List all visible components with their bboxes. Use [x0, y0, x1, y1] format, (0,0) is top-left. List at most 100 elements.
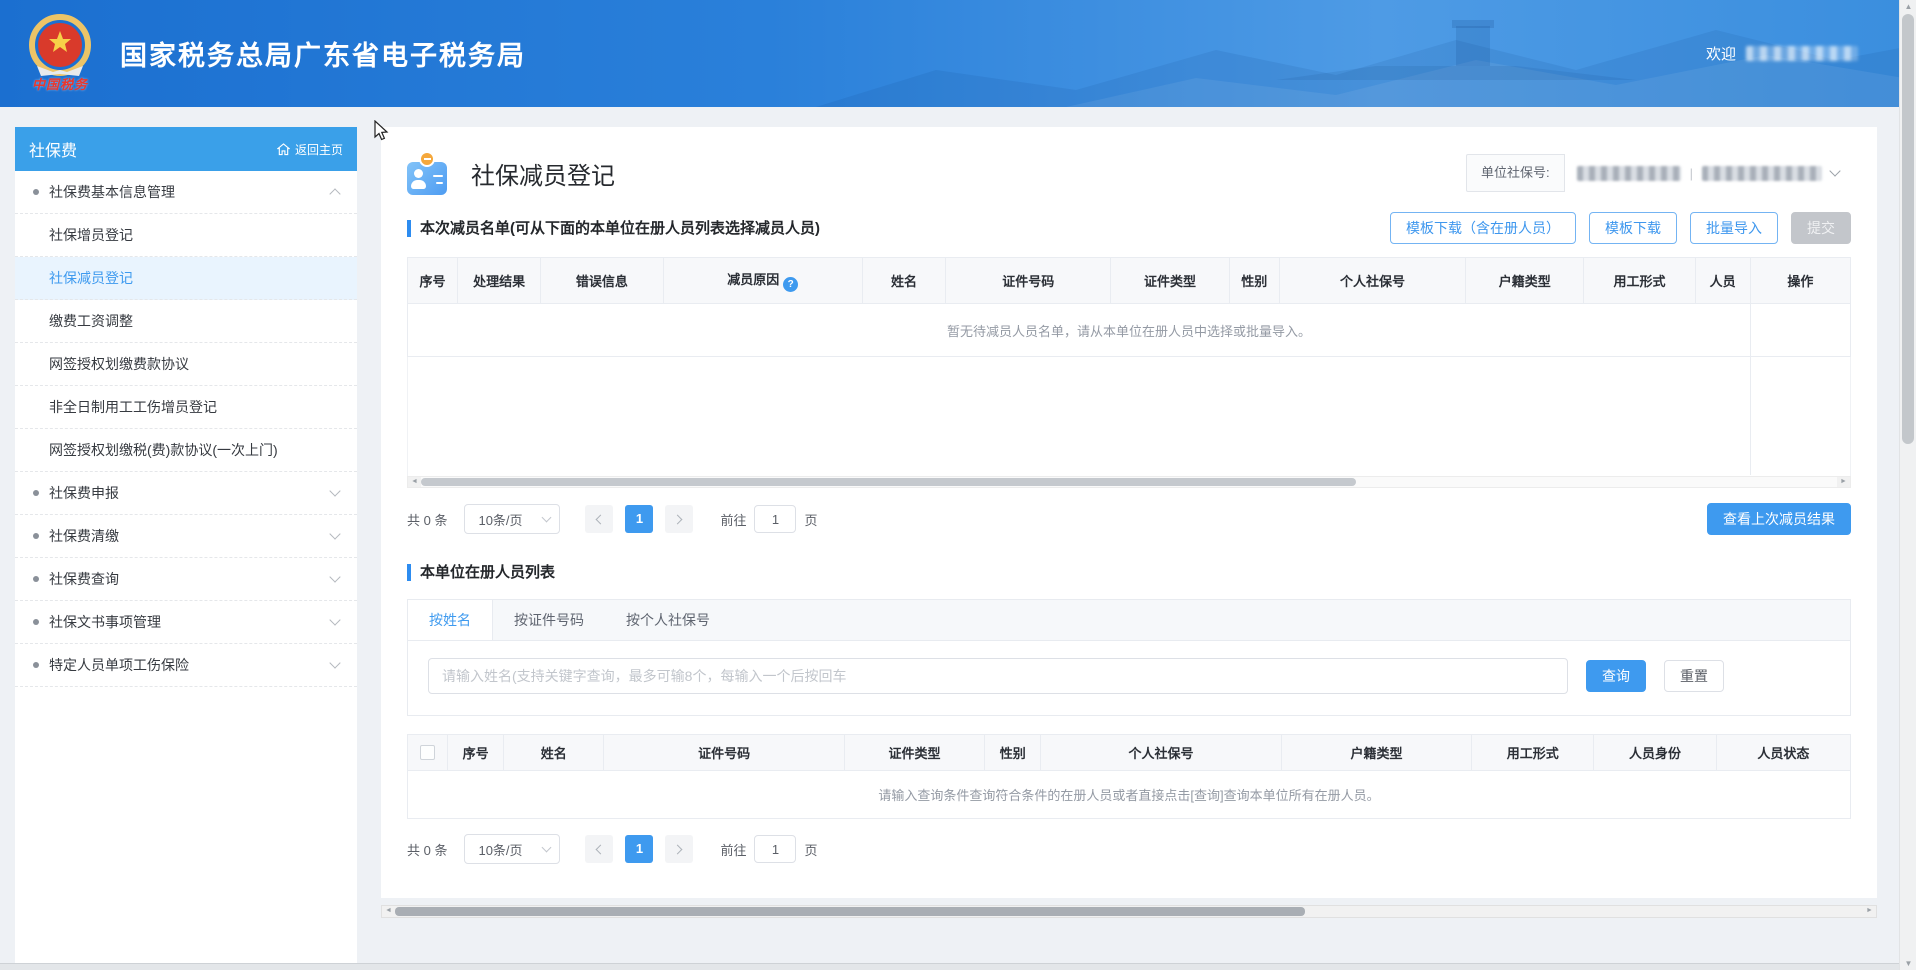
sidebar-item-group[interactable]: 社保费申报 — [15, 472, 357, 515]
scroll-right-arrow[interactable]: ► — [1863, 906, 1876, 917]
sidebar-item-label: 缴费工资调整 — [49, 311, 133, 331]
col-header-employment-type: 用工形式 — [1584, 258, 1695, 304]
prev-page-button[interactable] — [585, 505, 613, 533]
home-icon — [277, 143, 290, 156]
col-header-personal-ssn: 个人社保号 — [1041, 735, 1282, 771]
company-ssn-redacted — [1577, 166, 1681, 181]
chevron-down-icon — [542, 512, 552, 522]
sidebar-item-label: 网签授权划缴费款协议 — [49, 354, 189, 374]
page-horizontal-scrollbar[interactable]: ◄ ► — [381, 905, 1877, 918]
sidebar-item-label: 特定人员单项工伤保险 — [49, 655, 189, 675]
tax-bureau-logo: 中国税务 — [18, 14, 102, 93]
col-header-id-type: 证件类型 — [844, 735, 984, 771]
username-redacted — [1746, 46, 1858, 61]
chevron-down-icon — [1829, 165, 1840, 176]
sidebar-item-group[interactable]: 社保费查询 — [15, 558, 357, 601]
sidebar-item-group[interactable]: 社保费基本信息管理 — [15, 171, 357, 214]
scroll-right-arrow[interactable]: ► — [1837, 477, 1850, 487]
template-download-button[interactable]: 模板下载 — [1589, 212, 1677, 244]
scroll-left-arrow[interactable]: ◄ — [408, 477, 421, 487]
prev-page-button[interactable] — [585, 835, 613, 863]
page-size-select[interactable]: 10条/页 — [464, 834, 560, 864]
template-download-with-members-button[interactable]: 模板下载（含在册人员） — [1390, 212, 1576, 244]
welcome-area: 欢迎 — [1706, 43, 1858, 64]
query-button[interactable]: 查询 — [1586, 660, 1646, 692]
sidebar-item-label: 社保减员登记 — [49, 268, 133, 288]
scrollbar-track[interactable] — [421, 477, 1837, 487]
col-header-name: 姓名 — [862, 258, 945, 304]
tab-by-id-number[interactable]: 按证件号码 — [493, 600, 605, 640]
scrollbar-thumb[interactable] — [395, 907, 1305, 916]
scroll-left-arrow[interactable]: ◄ — [382, 906, 395, 917]
site-title: 国家税务总局广东省电子税务局 — [120, 34, 526, 73]
sidebar-item-group[interactable]: 社保文书事项管理 — [15, 601, 357, 644]
sidebar-item[interactable]: 网签授权划缴税(费)款协议(一次上门) — [15, 429, 357, 472]
chevron-down-icon — [329, 571, 340, 582]
back-home-link[interactable]: 返回主页 — [277, 141, 343, 158]
reset-button[interactable]: 重置 — [1664, 660, 1724, 692]
scroll-up-arrow[interactable]: ▲ — [1900, 2, 1916, 11]
bullet-icon — [33, 619, 39, 625]
page-size-select[interactable]: 10条/页 — [464, 504, 560, 534]
submit-button[interactable]: 提交 — [1791, 212, 1851, 244]
name-search-input[interactable] — [428, 658, 1568, 694]
pagination-2: 共 0 条 10条/页 1 前往 页 — [407, 834, 1851, 864]
table-empty-area — [407, 357, 1851, 476]
tab-by-name[interactable]: 按姓名 — [408, 600, 493, 640]
next-page-button[interactable] — [665, 835, 693, 863]
footer-strip — [0, 963, 1916, 970]
col-header-name: 姓名 — [504, 735, 604, 771]
total-count: 共 0 条 — [407, 840, 447, 859]
sidebar-title: 社保费 — [29, 137, 77, 161]
goto-page-input[interactable] — [754, 835, 796, 863]
scrollbar-thumb[interactable] — [421, 478, 1356, 486]
sidebar: 社保费 返回主页 社保费基本信息管理 社保增员登记 社保减员登记 缴费工资调整 … — [15, 127, 357, 965]
sidebar-item-group[interactable]: 特定人员单项工伤保险 — [15, 644, 357, 687]
page-title: 社保减员登记 — [471, 156, 615, 191]
col-header-household-type: 户籍类型 — [1466, 258, 1584, 304]
logo-caption: 中国税务 — [32, 74, 88, 93]
scrollbar-track[interactable] — [395, 906, 1863, 917]
sidebar-item[interactable]: 网签授权划缴费款协议 — [15, 343, 357, 386]
col-header-checkbox — [408, 735, 448, 771]
next-page-button[interactable] — [665, 505, 693, 533]
top-header-bar: 中国税务 国家税务总局广东省电子税务局 欢迎 — [0, 0, 1916, 107]
sidebar-item[interactable]: 缴费工资调整 — [15, 300, 357, 343]
sidebar-item[interactable]: 社保增员登记 — [15, 214, 357, 257]
total-count: 共 0 条 — [407, 510, 447, 529]
page-unit-label: 页 — [804, 840, 817, 859]
sidebar-item[interactable]: 非全日制用工工伤增员登记 — [15, 386, 357, 429]
view-last-result-button[interactable]: 查看上次减员结果 — [1707, 503, 1851, 535]
chevron-down-icon — [329, 528, 340, 539]
sidebar-item-label: 社保费清缴 — [49, 526, 119, 546]
sidebar-item-active[interactable]: 社保减员登记 — [15, 257, 357, 300]
national-emblem-icon — [27, 14, 93, 80]
sidebar-item-label: 社保费申报 — [49, 483, 119, 503]
scroll-down-arrow[interactable]: ▼ — [1900, 959, 1916, 968]
page-title-icon — [407, 151, 449, 195]
pagination-1: 共 0 条 10条/页 1 前往 页 查看上次减员结果 — [407, 503, 1851, 535]
company-ssn-select[interactable]: | — [1565, 154, 1851, 192]
company-ssn-label: 单位社保号: — [1466, 154, 1565, 192]
current-page-button[interactable]: 1 — [625, 505, 653, 533]
select-all-checkbox[interactable] — [420, 745, 435, 760]
company-name-redacted — [1702, 166, 1822, 181]
chevron-up-icon — [329, 188, 340, 199]
batch-import-button[interactable]: 批量导入 — [1690, 212, 1778, 244]
page-vertical-scrollbar[interactable]: ▲ ▼ — [1899, 0, 1916, 970]
table-horizontal-scrollbar[interactable]: ◄ ► — [407, 476, 1851, 488]
company-ssn-box: 单位社保号: | — [1466, 154, 1851, 192]
col-header-gender: 性别 — [985, 735, 1041, 771]
tab-by-personal-ssn[interactable]: 按个人社保号 — [605, 600, 731, 640]
goto-page-input[interactable] — [754, 505, 796, 533]
scrollbar-thumb[interactable] — [1902, 14, 1914, 444]
sidebar-item-label: 网签授权划缴税(费)款协议(一次上门) — [49, 440, 278, 460]
help-icon[interactable]: ? — [783, 277, 798, 292]
registered-members-table: 序号 姓名 证件号码 证件类型 性别 个人社保号 户籍类型 用工形式 人员身份 … — [407, 734, 1851, 819]
reduction-list-table: 序号 处理结果 错误信息 减员原因? 姓名 证件号码 证件类型 性别 个人社保号… — [407, 257, 1851, 488]
col-header-reason-label: 减员原因 — [727, 272, 779, 287]
empty-state-text: 请输入查询条件查询符合条件的在册人员或者直接点击[查询]查询本单位所有在册人员。 — [408, 771, 1851, 819]
current-page-button[interactable]: 1 — [625, 835, 653, 863]
search-tabs-card: 按姓名 按证件号码 按个人社保号 查询 重置 — [407, 599, 1851, 716]
sidebar-item-group[interactable]: 社保费清缴 — [15, 515, 357, 558]
